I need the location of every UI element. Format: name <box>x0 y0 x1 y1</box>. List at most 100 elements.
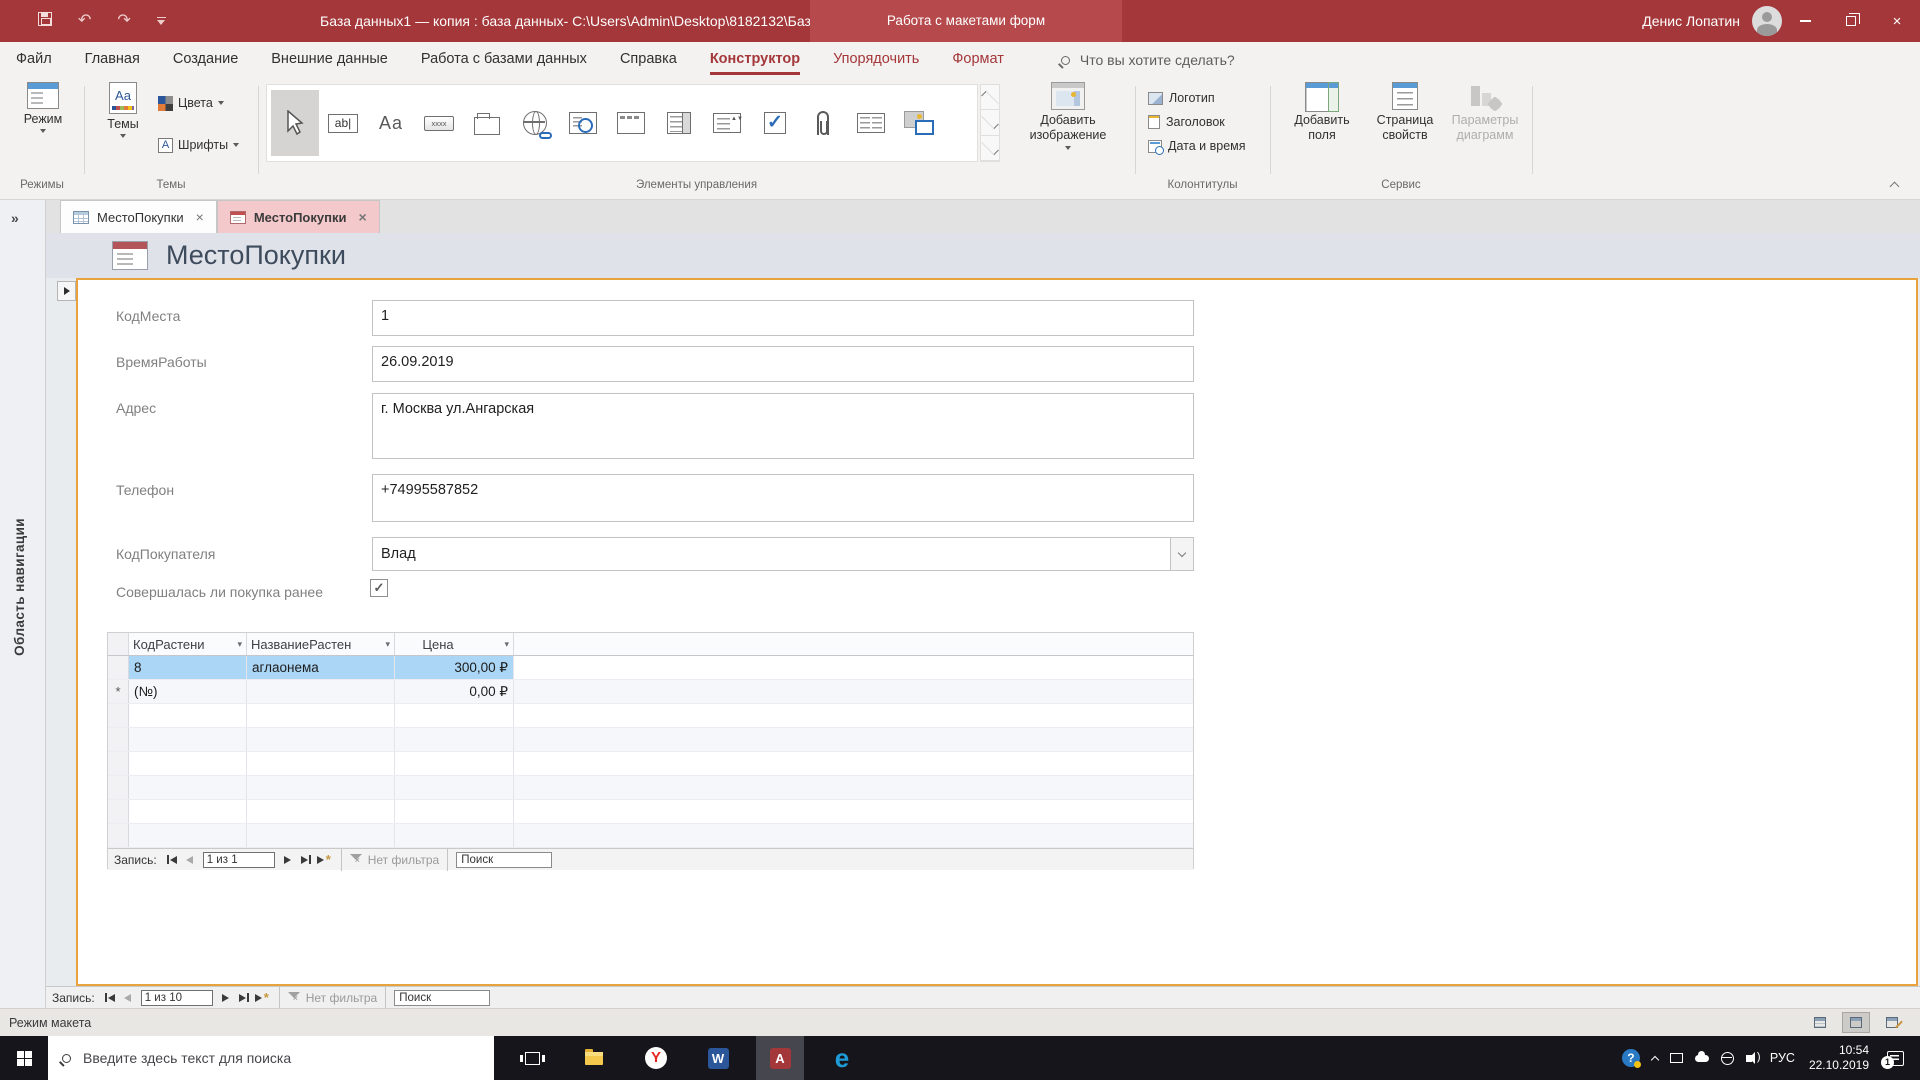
table-row[interactable]: 8 аглаонема 300,00 ₽ <box>108 656 1193 680</box>
navigation-control-icon[interactable] <box>607 90 655 156</box>
yandex-browser-button[interactable]: Y <box>632 1036 680 1080</box>
undo-icon[interactable]: ↶ <box>78 13 91 29</box>
combobox-control-icon[interactable] <box>703 90 751 156</box>
start-button[interactable] <box>0 1036 48 1080</box>
file-explorer-button[interactable] <box>570 1036 618 1080</box>
collapse-ribbon-icon[interactable] <box>1884 177 1904 191</box>
minimize-button[interactable] <box>1782 0 1828 42</box>
user-avatar[interactable] <box>1752 6 1782 36</box>
cell-cena[interactable]: 300,00 ₽ <box>395 656 514 679</box>
logo-button[interactable]: Логотип <box>1148 88 1215 108</box>
empty-row[interactable] <box>108 824 1193 848</box>
access-button[interactable]: A <box>756 1036 804 1080</box>
web-browser-control-icon[interactable] <box>559 90 607 156</box>
sort-dropdown-icon[interactable]: ▾ <box>504 639 509 650</box>
sort-dropdown-icon[interactable]: ▾ <box>385 639 390 650</box>
previous-record-icon[interactable] <box>181 852 199 868</box>
tab-file[interactable]: Файл <box>16 42 52 78</box>
textbox-control-icon[interactable]: ab| <box>319 90 367 156</box>
chart-control-icon[interactable] <box>895 90 943 156</box>
tab-help[interactable]: Справка <box>620 42 677 78</box>
select-cursor-icon[interactable] <box>271 90 319 156</box>
record-selector[interactable] <box>57 281 76 301</box>
header-selector-cell[interactable] <box>108 633 129 655</box>
action-center-icon[interactable]: 1 <box>1877 1036 1920 1080</box>
next-record-icon[interactable] <box>217 990 235 1006</box>
redo-icon[interactable]: ↷ <box>117 13 130 29</box>
new-record-row[interactable]: * (№) 0,00 ₽ <box>108 680 1193 704</box>
tablet-mode-icon[interactable] <box>1664 1036 1689 1080</box>
option-group-control-icon[interactable] <box>847 90 895 156</box>
button-control-icon[interactable]: xxxx <box>415 90 463 156</box>
sort-dropdown-icon[interactable]: ▾ <box>237 639 242 650</box>
tab-external-data[interactable]: Внешние данные <box>271 42 388 78</box>
empty-row[interactable] <box>108 800 1193 824</box>
filter-status[interactable]: Нет фильтра <box>349 853 439 867</box>
new-record-icon[interactable]: * <box>315 852 333 868</box>
column-header-nazvanierasten[interactable]: НазваниеРастен ▾ <box>247 633 395 655</box>
cell-kodrasteni[interactable]: (№) <box>129 680 247 703</box>
layout-view-button[interactable] <box>1842 1012 1870 1033</box>
search-input[interactable]: Поиск <box>394 989 491 1006</box>
field-kodpokupatelya-combobox[interactable]: Влад <box>372 537 1194 571</box>
close-tab-icon[interactable]: × <box>358 209 366 225</box>
view-mode-button[interactable]: Режим <box>10 82 76 133</box>
filter-status[interactable]: Нет фильтра <box>287 991 377 1005</box>
language-indicator[interactable]: РУС <box>1764 1036 1801 1080</box>
field-telefon-input[interactable]: +74995587852 <box>372 474 1194 522</box>
hyperlink-control-icon[interactable] <box>511 90 559 156</box>
navigation-pane-collapsed[interactable]: » Область навигации <box>0 200 46 1008</box>
close-button[interactable]: × <box>1874 0 1920 42</box>
add-fields-button[interactable]: Добавить поля <box>1284 82 1360 143</box>
help-tray-icon[interactable]: ? <box>1616 1036 1646 1080</box>
cell-cena[interactable]: 0,00 ₽ <box>395 680 514 703</box>
field-vremyaraboty-input[interactable]: 26.09.2019 <box>372 346 1194 382</box>
search-input[interactable]: Поиск <box>456 851 553 868</box>
listbox-control-icon[interactable] <box>655 90 703 156</box>
form-title-button[interactable]: Заголовок <box>1148 112 1225 132</box>
tab-home[interactable]: Главная <box>85 42 140 78</box>
task-view-button[interactable] <box>508 1036 556 1080</box>
taskbar-search-input[interactable]: Введите здесь текст для поиска <box>48 1036 494 1080</box>
user-name[interactable]: Денис Лопатин <box>1642 13 1740 29</box>
volume-icon[interactable] <box>1740 1036 1764 1080</box>
save-icon[interactable] <box>38 11 52 31</box>
empty-row[interactable] <box>108 776 1193 800</box>
last-record-icon[interactable] <box>297 852 315 868</box>
colors-button[interactable]: Цвета <box>158 92 224 114</box>
doc-tab-table[interactable]: МестоПокупки × <box>60 200 217 233</box>
next-record-icon[interactable] <box>279 852 297 868</box>
design-view-button[interactable] <box>1878 1012 1906 1033</box>
cloud-icon[interactable] <box>1689 1036 1715 1080</box>
field-kodmesta-input[interactable]: 1 <box>372 300 1194 336</box>
date-time-button[interactable]: Дата и время <box>1148 136 1246 156</box>
previous-record-icon[interactable] <box>119 990 137 1006</box>
close-tab-icon[interactable]: × <box>196 209 204 225</box>
tab-database-tools[interactable]: Работа с базами данных <box>421 42 587 78</box>
new-record-selector-cell[interactable]: * <box>108 680 129 703</box>
gallery-scroll-up-icon[interactable] <box>981 85 999 111</box>
nav-pane-title[interactable]: Область навигации <box>12 518 27 656</box>
cell-nazvanie[interactable] <box>247 680 395 703</box>
cell-nazvanie[interactable]: аглаонема <box>247 656 395 679</box>
form-view-button[interactable] <box>1806 1012 1834 1033</box>
label-control-icon[interactable]: Aa <box>367 90 415 156</box>
edge-button[interactable]: e <box>818 1036 866 1080</box>
empty-row[interactable] <box>108 704 1193 728</box>
property-sheet-button[interactable]: Страница свойств <box>1364 82 1446 143</box>
last-record-icon[interactable] <box>235 990 253 1006</box>
tab-arrange[interactable]: Упорядочить <box>833 42 919 78</box>
column-header-kodrasteni[interactable]: КодРастени ▾ <box>129 633 247 655</box>
restore-button[interactable] <box>1828 0 1874 42</box>
customize-qat-icon[interactable] <box>156 16 166 26</box>
gallery-scroll-down-icon[interactable] <box>981 110 999 136</box>
empty-row[interactable] <box>108 728 1193 752</box>
cell-kodrasteni[interactable]: 8 <box>129 656 247 679</box>
themes-button[interactable]: Aa Темы <box>96 82 150 138</box>
gallery-more-icon[interactable] <box>981 136 999 161</box>
purchase-before-checkbox[interactable]: ✓ <box>370 579 388 597</box>
combobox-dropdown-icon[interactable] <box>1170 538 1193 570</box>
tab-format[interactable]: Формат <box>952 42 1004 78</box>
doc-tab-form[interactable]: МестоПокупки × <box>216 200 380 233</box>
tab-design[interactable]: Конструктор <box>709 42 801 78</box>
